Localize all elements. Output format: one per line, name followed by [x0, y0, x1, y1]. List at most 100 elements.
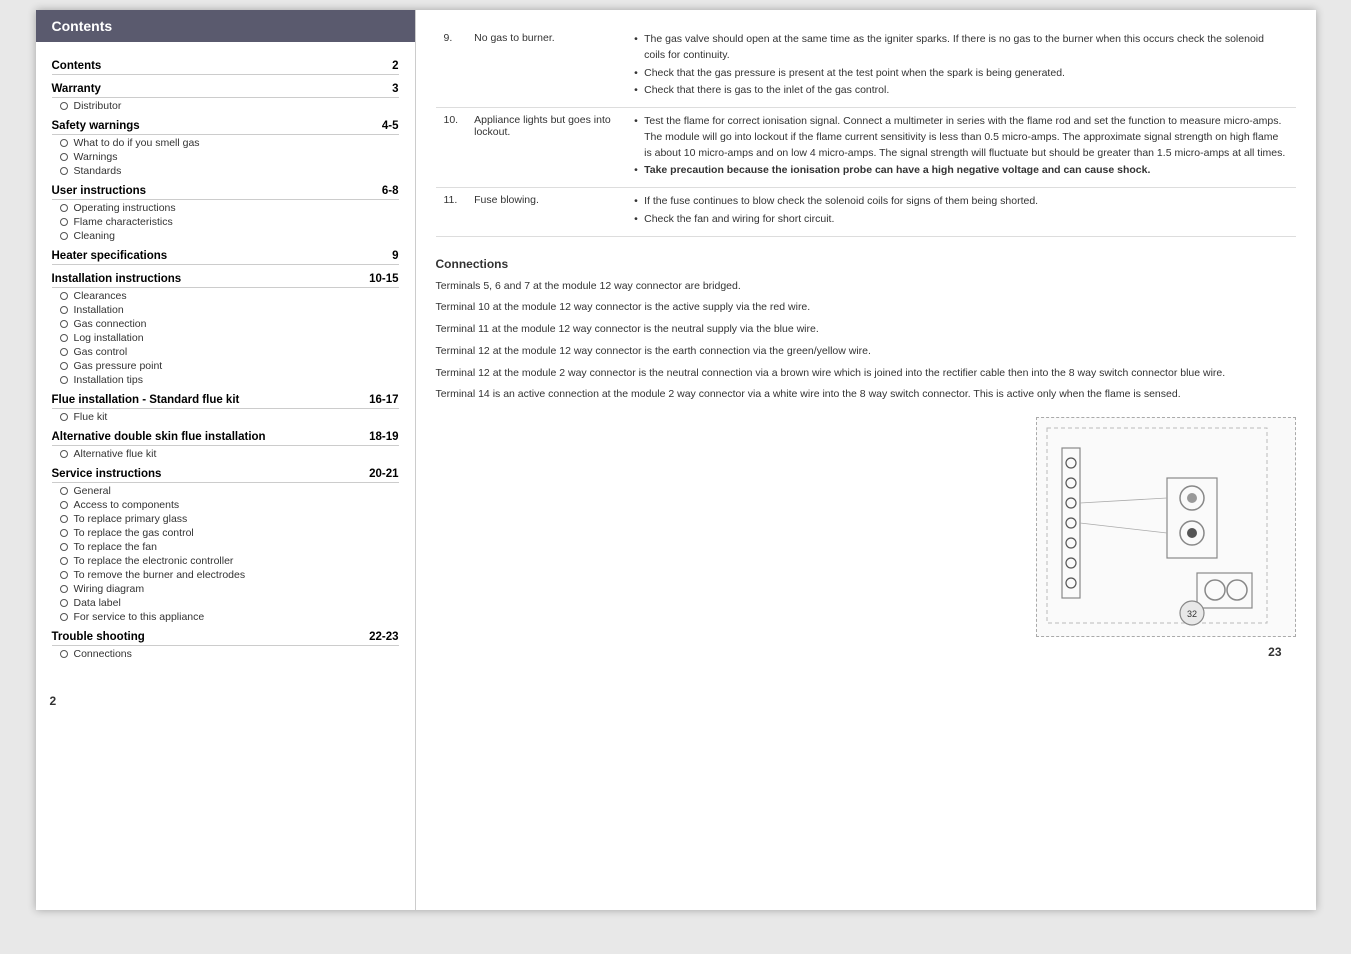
circle-bullet-icon [60, 571, 68, 579]
trouble-row: 9.No gas to burner.The gas valve should … [436, 26, 1296, 108]
toc-sub-label: Clearances [74, 290, 127, 302]
toc-sub-item[interactable]: Gas pressure point [60, 360, 399, 372]
toc-main-item[interactable]: Warranty3 [52, 83, 399, 98]
trouble-num: 10. [436, 108, 467, 188]
circle-bullet-icon [60, 599, 68, 607]
circle-bullet-icon [60, 613, 68, 621]
svg-text:32: 32 [1186, 609, 1196, 619]
toc-page-num: 6-8 [382, 185, 399, 197]
toc-sub-item[interactable]: For service to this appliance [60, 611, 399, 623]
toc-sub-item[interactable]: Alternative flue kit [60, 448, 399, 460]
toc-sub-label: Gas connection [74, 318, 147, 330]
toc-main-label: Alternative double skin flue installatio… [52, 431, 266, 443]
toc-sub-item[interactable]: Installation tips [60, 374, 399, 386]
toc-sub-item[interactable]: Distributor [60, 100, 399, 112]
toc-sub-item[interactable]: Warnings [60, 151, 399, 163]
toc-sub-item[interactable]: Standards [60, 165, 399, 177]
connector-diagram: 32 [1036, 417, 1296, 637]
trouble-solution-item: Check that there is gas to the inlet of … [634, 83, 1287, 99]
circle-bullet-icon [60, 515, 68, 523]
toc-main-item[interactable]: Trouble shooting22-23 [52, 631, 399, 646]
toc-sub-item[interactable]: Connections [60, 648, 399, 660]
toc-section: Heater specifications9 [52, 250, 399, 265]
contents-header: Contents [36, 10, 415, 42]
toc-sub-item[interactable]: Log installation [60, 332, 399, 344]
connections-paragraph: Terminal 14 is an active connection at t… [436, 387, 1296, 403]
connections-paragraph: Terminal 10 at the module 12 way connect… [436, 300, 1296, 316]
toc-section: Alternative double skin flue installatio… [52, 431, 399, 460]
toc-sub-label: Flame characteristics [74, 216, 173, 228]
toc-sub-item[interactable]: To remove the burner and electrodes [60, 569, 399, 581]
trouble-solutions: Test the flame for correct ionisation si… [626, 108, 1295, 188]
trouble-solution-item: Check the fan and wiring for short circu… [634, 212, 1287, 228]
toc-main-label: Safety warnings [52, 120, 140, 132]
connections-paragraph: Terminal 11 at the module 12 way connect… [436, 322, 1296, 338]
toc-sub-item[interactable]: Wiring diagram [60, 583, 399, 595]
toc-page-num: 16-17 [369, 394, 398, 406]
trouble-solution-item: Check that the gas pressure is present a… [634, 66, 1287, 82]
toc-section: Installation instructions 10-15 Clearances… [52, 273, 399, 386]
toc-section: Service instructions20-21 General Access t… [52, 468, 399, 623]
toc-main-label: Service instructions [52, 468, 162, 480]
circle-bullet-icon [60, 362, 68, 370]
toc-main-label: Installation instructions [52, 273, 182, 285]
toc-sub-label: Data label [74, 597, 121, 609]
connections-paragraph: Terminals 5, 6 and 7 at the module 12 wa… [436, 279, 1296, 295]
toc-sub-label: Installation tips [74, 374, 143, 386]
diagram-area: 32 [436, 417, 1296, 637]
connections-paragraph: Terminal 12 at the module 2 way connecto… [436, 366, 1296, 382]
toc-sub-item[interactable]: To replace the electronic controller [60, 555, 399, 567]
toc-sub-item[interactable]: Clearances [60, 290, 399, 302]
toc-main-item[interactable]: Safety warnings4-5 [52, 120, 399, 135]
toc-main-item[interactable]: User instructions 6-8 [52, 185, 399, 200]
toc-sub-item[interactable]: Gas control [60, 346, 399, 358]
toc-sub-label: Log installation [74, 332, 144, 344]
toc-sub-item[interactable]: General [60, 485, 399, 497]
toc-sub-label: Distributor [74, 100, 122, 112]
toc-sub-item[interactable]: Access to components [60, 499, 399, 511]
toc-main-label: User instructions [52, 185, 147, 197]
toc-page-num: 9 [392, 250, 398, 262]
toc-sub-item[interactable]: Flame characteristics [60, 216, 399, 228]
toc-sub-item[interactable]: To replace primary glass [60, 513, 399, 525]
toc-section: Trouble shooting22-23 Connections [52, 631, 399, 660]
toc-sub-item[interactable]: Data label [60, 597, 399, 609]
toc-sub-item[interactable]: Installation [60, 304, 399, 316]
toc-sub-item[interactable]: Flue kit [60, 411, 399, 423]
toc-sub-label: Cleaning [74, 230, 115, 242]
toc-sub-label: Standards [74, 165, 122, 177]
trouble-solutions: The gas valve should open at the same ti… [626, 26, 1295, 108]
toc-main-item[interactable]: Heater specifications9 [52, 250, 399, 265]
circle-bullet-icon [60, 153, 68, 161]
toc-main-item[interactable]: Alternative double skin flue installatio… [52, 431, 399, 446]
contents-title: Contents [52, 18, 113, 34]
toc-page-num: 18-19 [369, 431, 398, 443]
toc-section: Flue installation - Standard flue kit16-… [52, 394, 399, 423]
trouble-shooting-table: 9.No gas to burner.The gas valve should … [436, 26, 1296, 237]
trouble-num: 11. [436, 188, 467, 237]
toc-sub-label: Access to components [74, 499, 180, 511]
toc-sub-label: Wiring diagram [74, 583, 145, 595]
toc-sub-label: Gas control [74, 346, 128, 358]
trouble-solution-item: Test the flame for correct ionisation si… [634, 114, 1287, 161]
toc-sub-item[interactable]: Cleaning [60, 230, 399, 242]
toc-main-item[interactable]: Installation instructions 10-15 [52, 273, 399, 288]
toc-sub-item[interactable]: To replace the gas control [60, 527, 399, 539]
trouble-solutions: If the fuse continues to blow check the … [626, 188, 1295, 237]
toc-main-item[interactable]: Contents2 [52, 60, 399, 75]
circle-bullet-icon [60, 232, 68, 240]
circle-bullet-icon [60, 557, 68, 565]
toc-main-item[interactable]: Flue installation - Standard flue kit16-… [52, 394, 399, 409]
toc-sub-item[interactable]: Gas connection [60, 318, 399, 330]
toc-page-num: 10-15 [369, 273, 398, 285]
trouble-row: 11.Fuse blowing.If the fuse continues to… [436, 188, 1296, 237]
toc-sub-item[interactable]: To replace the fan [60, 541, 399, 553]
toc-sub-label: To replace the gas control [74, 527, 194, 539]
circle-bullet-icon [60, 218, 68, 226]
circle-bullet-icon [60, 139, 68, 147]
circle-bullet-icon [60, 413, 68, 421]
toc-main-item[interactable]: Service instructions20-21 [52, 468, 399, 483]
toc-sub-item[interactable]: Operating instructions [60, 202, 399, 214]
toc-main-label: Warranty [52, 83, 101, 95]
toc-sub-item[interactable]: What to do if you smell gas [60, 137, 399, 149]
